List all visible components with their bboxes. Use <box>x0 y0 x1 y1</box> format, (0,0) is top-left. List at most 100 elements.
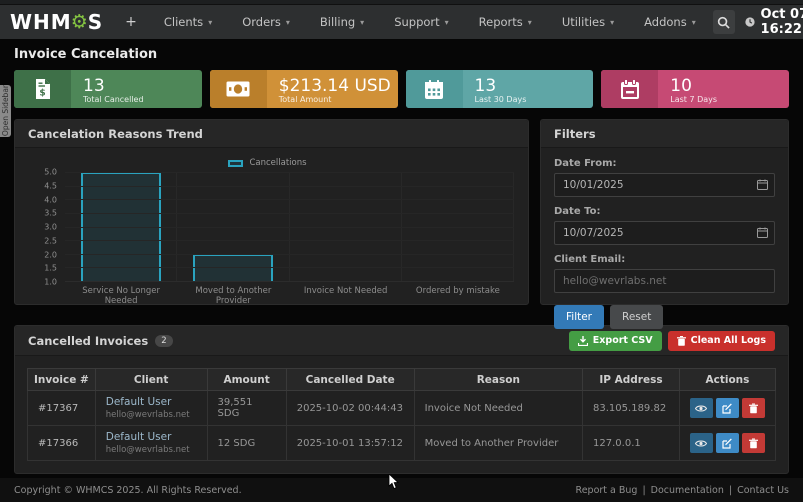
date-to-label: Date To: <box>554 206 775 217</box>
table-header-row: Invoice # Client Amount Cancelled Date R… <box>28 369 776 391</box>
download-icon <box>578 336 588 346</box>
calendar-picker-icon[interactable] <box>757 179 768 190</box>
filters-panel-title: Filters <box>541 120 788 148</box>
footer: Copyright © WHMCS 2025. All Rights Reser… <box>0 478 803 502</box>
delete-button[interactable] <box>742 398 765 418</box>
gridline <box>65 240 514 241</box>
stat-value: 10 <box>670 77 789 95</box>
nav-item-orders[interactable]: Orders ▾ <box>229 5 303 39</box>
nav-item-reports[interactable]: Reports ▾ <box>466 5 545 39</box>
nav-item-billing[interactable]: Billing ▾ <box>307 5 377 39</box>
copyright-text: Copyright © WHMCS 2025. All Rights Reser… <box>14 485 242 496</box>
logo-gear-icon: ⚙ <box>71 11 89 33</box>
cancelled-invoices-table: Invoice # Client Amount Cancelled Date R… <box>27 368 776 461</box>
eye-icon <box>695 404 707 413</box>
footer-link[interactable]: Report a Bug <box>576 485 638 496</box>
ip-address: 127.0.0.1 <box>583 426 680 461</box>
y-tick-label: 1.0 <box>44 278 57 287</box>
footer-separator: | <box>642 485 645 496</box>
nav-item-addons[interactable]: Addons ▾ <box>631 5 709 39</box>
table-row: #17366 Default User hello@wevrlabs.net 1… <box>28 426 776 461</box>
client-email-input[interactable] <box>554 269 775 293</box>
gridline <box>65 186 514 187</box>
open-sidebar-label: Open Sidebar <box>1 85 10 136</box>
search-button[interactable] <box>713 10 735 34</box>
count-badge: 2 <box>155 335 172 347</box>
trash-icon <box>749 438 758 449</box>
y-tick-label: 2.0 <box>44 250 57 259</box>
search-icon <box>717 16 730 29</box>
export-csv-label: Export CSV <box>593 335 653 346</box>
reset-button[interactable]: Reset <box>610 305 663 329</box>
x-tick-label: Moved to Another Provider <box>177 286 289 306</box>
date-from-input[interactable] <box>554 173 775 197</box>
invoice-amount: 39,551 SDG <box>207 391 286 426</box>
col-client: Client <box>95 369 207 391</box>
nav-item-clients[interactable]: Clients ▾ <box>151 5 225 39</box>
client-name-link[interactable]: Default User <box>106 396 197 408</box>
view-button[interactable] <box>690 398 713 418</box>
calendar-icon <box>424 79 444 100</box>
caret-down-icon: ▾ <box>208 18 212 27</box>
nav-item-label: Clients <box>164 15 203 29</box>
quick-add-button[interactable]: + <box>115 14 147 30</box>
open-sidebar-tab[interactable]: Open Sidebar <box>0 85 11 137</box>
invoice-number: #17367 <box>28 391 96 426</box>
footer-separator: | <box>729 485 732 496</box>
caret-down-icon: ▾ <box>445 18 449 27</box>
caret-down-icon: ▾ <box>360 18 364 27</box>
col-ip: IP Address <box>583 369 680 391</box>
x-tick-label: Invoice Not Needed <box>290 286 402 306</box>
nav-item-label: Billing <box>320 15 355 29</box>
trash-icon <box>677 336 686 346</box>
stat-value: 13 <box>83 77 202 95</box>
nav-item-label: Orders <box>242 15 281 29</box>
calendar-picker-icon[interactable] <box>757 227 768 238</box>
logo-text-suffix: S <box>88 10 103 34</box>
client-email: hello@wevrlabs.net <box>106 410 197 420</box>
whmcs-logo[interactable]: WHM⚙S <box>10 10 103 34</box>
date-to-input[interactable] <box>554 221 775 245</box>
gridline <box>65 172 514 173</box>
stat-label: Total Amount <box>279 95 398 104</box>
edit-icon <box>722 438 733 449</box>
invoice-number: #17366 <box>28 426 96 461</box>
clean-all-logs-button[interactable]: Clean All Logs <box>668 331 775 351</box>
footer-link[interactable]: Contact Us <box>737 485 789 496</box>
nav-item-utilities[interactable]: Utilities ▾ <box>549 5 627 39</box>
cancelled-invoices-title: Cancelled Invoices <box>28 334 148 348</box>
nav-item-label: Addons <box>644 15 687 29</box>
col-invoice: Invoice # <box>28 369 96 391</box>
datetime-text: Oct 07, 16:22 <box>761 7 803 37</box>
svg-text:$: $ <box>39 89 45 99</box>
cancelled-invoices-panel: Cancelled Invoices 2 Export CSV Clean Al… <box>14 325 789 474</box>
nav-item-label: Support <box>394 15 439 29</box>
stat-label: Total Cancelled <box>83 95 202 104</box>
ip-address: 83.105.189.82 <box>583 391 680 426</box>
y-tick-label: 3.5 <box>44 209 57 218</box>
clock-icon <box>745 15 755 29</box>
stat-value: 13 <box>475 77 594 95</box>
col-reason: Reason <box>414 369 582 391</box>
caret-down-icon: ▾ <box>692 18 696 27</box>
view-button[interactable] <box>690 433 713 453</box>
nav-item-support[interactable]: Support ▾ <box>381 5 461 39</box>
col-amount: Amount <box>207 369 286 391</box>
delete-button[interactable] <box>742 433 765 453</box>
main-content: Invoice Cancelation $ 13 Total Cancelled… <box>0 39 803 474</box>
edit-button[interactable] <box>716 433 739 453</box>
client-email-label: Client Email: <box>554 254 775 265</box>
cancellation-reasons-chart: Cancellations 5.04.54.03.53.02.52.01.51.… <box>15 148 528 310</box>
footer-link[interactable]: Documentation <box>651 485 724 496</box>
export-csv-button[interactable]: Export CSV <box>569 331 662 351</box>
client-name-link[interactable]: Default User <box>106 431 197 443</box>
filter-button[interactable]: Filter <box>554 305 604 329</box>
gridline <box>65 213 514 214</box>
clean-all-logs-label: Clean All Logs <box>691 335 766 346</box>
col-cancelled-date: Cancelled Date <box>286 369 414 391</box>
y-tick-label: 4.0 <box>44 195 57 204</box>
edit-button[interactable] <box>716 398 739 418</box>
cancelled-date: 2025-10-01 13:57:12 <box>286 426 414 461</box>
chart-legend[interactable]: Cancellations <box>21 156 514 170</box>
trash-icon <box>749 403 758 414</box>
